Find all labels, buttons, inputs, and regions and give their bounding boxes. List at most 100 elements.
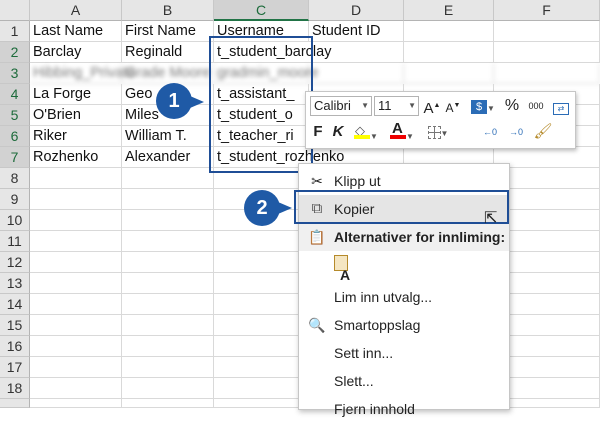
paste-values-icon[interactable]: A: [334, 255, 356, 283]
menu-item-paste-special[interactable]: Lim inn utvalg...: [299, 283, 509, 311]
cell-c14[interactable]: [214, 294, 309, 315]
column-header-c[interactable]: C: [214, 0, 309, 21]
currency-button[interactable]: $ ▼: [466, 95, 500, 117]
cell-c12[interactable]: [214, 252, 309, 273]
row-header-7[interactable]: 7: [0, 147, 30, 168]
row-header-12[interactable]: 12: [0, 252, 30, 273]
row-header-6[interactable]: 6: [0, 126, 30, 147]
cell-a6[interactable]: Riker: [30, 126, 122, 147]
row-header-10[interactable]: 10: [0, 210, 30, 231]
cell-a19[interactable]: [30, 399, 122, 408]
cell-b13[interactable]: [122, 273, 214, 294]
cell-a3[interactable]: Hibbing_Private: [30, 63, 135, 84]
cell-a4[interactable]: La Forge: [30, 84, 122, 105]
cell-b19[interactable]: [122, 399, 214, 408]
increase-font-button[interactable]: A▲: [423, 95, 441, 117]
row-header-3[interactable]: 3: [0, 63, 30, 84]
format-painter-button[interactable]: 🖌: [532, 121, 554, 143]
column-header-e[interactable]: E: [404, 0, 494, 21]
row-header-5[interactable]: 5: [0, 105, 30, 126]
cell-b8[interactable]: [122, 168, 214, 189]
cell-e2[interactable]: [404, 42, 494, 63]
cell-a12[interactable]: [30, 252, 122, 273]
menu-item-clear[interactable]: Fjern innhold: [299, 395, 509, 423]
cell-c13[interactable]: [214, 273, 309, 294]
column-header-f[interactable]: F: [494, 0, 600, 21]
cell-b9[interactable]: [122, 189, 214, 210]
cell-a2[interactable]: Barclay: [30, 42, 122, 63]
cell-d3[interactable]: [309, 63, 404, 84]
row-header-1[interactable]: 1: [0, 21, 30, 42]
bold-button[interactable]: F: [310, 121, 326, 143]
cell-b18[interactable]: [122, 378, 214, 399]
row-header-14[interactable]: 14: [0, 294, 30, 315]
column-header-a[interactable]: A: [30, 0, 122, 21]
row-header-2[interactable]: 2: [0, 42, 30, 63]
cell-b12[interactable]: [122, 252, 214, 273]
cell-b2[interactable]: Reginald: [122, 42, 214, 63]
column-header-d[interactable]: D: [309, 0, 404, 21]
cell-a1[interactable]: Last Name: [30, 21, 122, 42]
cell-f1[interactable]: [494, 21, 600, 42]
cell-b11[interactable]: [122, 231, 214, 252]
cell-c18[interactable]: [214, 378, 309, 399]
row-header-15[interactable]: 15: [0, 315, 30, 336]
cell-b6[interactable]: William T.: [122, 126, 214, 147]
row-header-8[interactable]: 8: [0, 168, 30, 189]
cell-a15[interactable]: [30, 315, 122, 336]
wrap-button[interactable]: ⇄: [550, 95, 572, 117]
italic-button[interactable]: K: [330, 121, 346, 143]
font-size-box[interactable]: 11 ▼: [374, 96, 419, 116]
decrease-font-button[interactable]: A▼: [444, 95, 462, 117]
cell-c16[interactable]: [214, 336, 309, 357]
font-color-button[interactable]: A ▼: [386, 120, 418, 143]
font-name-box[interactable]: Calibri ▼: [310, 96, 372, 116]
percent-button[interactable]: %: [503, 95, 521, 117]
cell-a11[interactable]: [30, 231, 122, 252]
cell-c15[interactable]: [214, 315, 309, 336]
cell-b14[interactable]: [122, 294, 214, 315]
cell-a10[interactable]: [30, 210, 122, 231]
cell-c19[interactable]: [214, 399, 309, 408]
column-header-b[interactable]: B: [122, 0, 214, 21]
menu-item-smart-lookup[interactable]: 🔍 Smartoppslag: [299, 311, 509, 339]
select-all-corner[interactable]: [0, 0, 30, 21]
row-header-16[interactable]: 16: [0, 336, 30, 357]
cell-a16[interactable]: [30, 336, 122, 357]
cell-b3[interactable]: Grade Moore: [122, 63, 214, 84]
row-header-19[interactable]: [0, 399, 30, 408]
row-header-18[interactable]: 18: [0, 378, 30, 399]
cell-b15[interactable]: [122, 315, 214, 336]
thousands-separator-button[interactable]: 000: [525, 95, 547, 117]
row-header-4[interactable]: 4: [0, 84, 30, 105]
cell-a7[interactable]: Rozhenko: [30, 147, 122, 168]
cell-b10[interactable]: [122, 210, 214, 231]
cell-f3[interactable]: [494, 63, 600, 84]
menu-item-insert[interactable]: Sett inn...: [299, 339, 509, 367]
cell-d1[interactable]: Student ID: [309, 21, 404, 42]
cell-a17[interactable]: [30, 357, 122, 378]
cell-b17[interactable]: [122, 357, 214, 378]
fill-color-button[interactable]: ◇ ▼: [350, 121, 382, 143]
cell-a5[interactable]: O'Brien: [30, 105, 122, 126]
cell-b16[interactable]: [122, 336, 214, 357]
row-header-17[interactable]: 17: [0, 357, 30, 378]
row-header-11[interactable]: 11: [0, 231, 30, 252]
row-header-9[interactable]: 9: [0, 189, 30, 210]
cell-d2[interactable]: [309, 42, 404, 63]
row-header-13[interactable]: 13: [0, 273, 30, 294]
cell-a14[interactable]: [30, 294, 122, 315]
cell-f2[interactable]: [494, 42, 600, 63]
cell-b7[interactable]: Alexander: [122, 147, 214, 168]
cell-a8[interactable]: [30, 168, 122, 189]
cell-c11[interactable]: [214, 231, 309, 252]
menu-item-delete[interactable]: Slett...: [299, 367, 509, 395]
increase-decimal-button[interactable]: ←0: [478, 121, 502, 143]
cell-a13[interactable]: [30, 273, 122, 294]
cell-a18[interactable]: [30, 378, 122, 399]
borders-button[interactable]: ▼: [422, 121, 454, 143]
cell-b1[interactable]: First Name: [122, 21, 214, 42]
cell-a9[interactable]: [30, 189, 122, 210]
decrease-decimal-button[interactable]: →0: [504, 121, 528, 143]
cell-e1[interactable]: [404, 21, 494, 42]
